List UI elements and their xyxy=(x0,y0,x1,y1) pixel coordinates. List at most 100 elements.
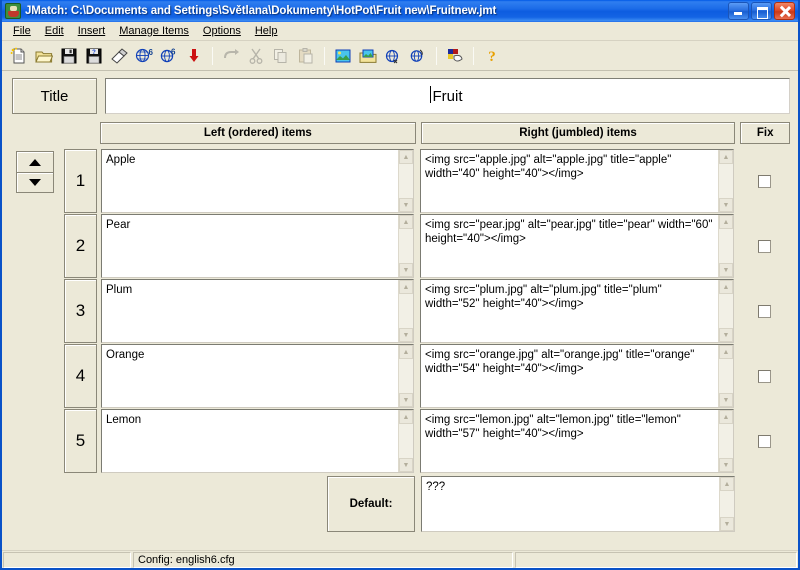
scroll-down-icon[interactable]: ▼ xyxy=(399,198,413,212)
left-item-scrollbar[interactable]: ▲ ▼ xyxy=(398,215,413,277)
cut-icon[interactable] xyxy=(244,44,268,68)
maximize-button[interactable] xyxy=(751,2,772,20)
web-page-alt-icon[interactable]: 6 xyxy=(157,44,181,68)
undo-icon[interactable] xyxy=(219,44,243,68)
scroll-up-icon[interactable]: ▲ xyxy=(399,215,413,229)
table-row: 4 Orange ▲ ▼ <img src="orange.jpg" alt="… xyxy=(2,344,798,408)
scroll-down-icon[interactable]: ▼ xyxy=(399,263,413,277)
scroll-down-icon[interactable]: ▼ xyxy=(720,517,734,531)
status-bar: Config: english6.cfg xyxy=(2,550,798,568)
column-header-fix[interactable]: Fix xyxy=(740,122,790,144)
new-file-icon[interactable] xyxy=(7,44,31,68)
scroll-up-icon[interactable]: ▲ xyxy=(399,280,413,294)
menu-insert[interactable]: Insert xyxy=(71,23,113,39)
menu-edit-label: Edit xyxy=(44,25,64,37)
right-item-text: <img src="pear.jpg" alt="pear.jpg" title… xyxy=(425,219,716,245)
fix-checkbox[interactable] xyxy=(757,304,771,318)
red-arrow-down-icon[interactable] xyxy=(182,44,206,68)
right-item-field[interactable]: <img src="pear.jpg" alt="pear.jpg" title… xyxy=(420,214,734,278)
svg-text:6: 6 xyxy=(149,48,154,57)
title-input[interactable]: Fruit xyxy=(105,78,790,114)
left-item-field[interactable]: Orange ▲ ▼ xyxy=(101,344,414,408)
save-as-icon[interactable]: ? xyxy=(82,44,106,68)
scroll-down-icon[interactable]: ▼ xyxy=(399,393,413,407)
scroll-up-icon[interactable]: ▲ xyxy=(719,410,733,424)
link-alt-icon[interactable] xyxy=(406,44,430,68)
status-pane-left xyxy=(3,551,131,568)
toolbar-separator-4 xyxy=(473,46,474,65)
column-headers: Left (ordered) items Right (jumbled) ite… xyxy=(2,122,790,144)
right-item-field[interactable]: <img src="orange.jpg" alt="orange.jpg" t… xyxy=(420,344,734,408)
scroll-up-icon[interactable]: ▲ xyxy=(719,345,733,359)
right-item-field[interactable]: <img src="plum.jpg" alt="plum.jpg" title… xyxy=(420,279,734,343)
right-item-field[interactable]: <img src="lemon.jpg" alt="lemon.jpg" tit… xyxy=(420,409,734,473)
right-item-scrollbar[interactable]: ▲ ▼ xyxy=(718,280,733,342)
minimize-button[interactable] xyxy=(728,2,749,20)
scroll-down-icon[interactable]: ▼ xyxy=(719,328,733,342)
row-number: 5 xyxy=(64,409,97,473)
row-number: 3 xyxy=(64,279,97,343)
default-input[interactable]: ??? ▲ ▼ xyxy=(421,476,735,532)
web-page-icon[interactable]: 6 xyxy=(132,44,156,68)
left-item-field[interactable]: Apple ▲ ▼ xyxy=(101,149,414,213)
left-item-scrollbar[interactable]: ▲ ▼ xyxy=(398,280,413,342)
column-header-right[interactable]: Right (jumbled) items xyxy=(420,122,736,144)
right-item-scrollbar[interactable]: ▲ ▼ xyxy=(718,410,733,472)
scroll-down-icon[interactable]: ▼ xyxy=(719,393,733,407)
scroll-down-icon[interactable]: ▼ xyxy=(719,263,733,277)
palette-icon[interactable] xyxy=(443,44,467,68)
close-button[interactable] xyxy=(774,2,795,20)
scroll-up-icon[interactable]: ▲ xyxy=(399,150,413,164)
link-icon[interactable] xyxy=(381,44,405,68)
scroll-down-icon[interactable]: ▼ xyxy=(719,458,733,472)
menu-file[interactable]: File xyxy=(6,23,38,39)
left-item-field[interactable]: Plum ▲ ▼ xyxy=(101,279,414,343)
right-item-text: <img src="orange.jpg" alt="orange.jpg" t… xyxy=(425,349,698,375)
media-icon[interactable] xyxy=(356,44,380,68)
scroll-down-icon[interactable]: ▼ xyxy=(719,198,733,212)
scroll-down-icon[interactable]: ▼ xyxy=(399,328,413,342)
scroll-up-icon[interactable]: ▲ xyxy=(719,150,733,164)
fix-checkbox[interactable] xyxy=(757,434,771,448)
title-input-value: Fruit xyxy=(429,85,463,105)
right-item-scrollbar[interactable]: ▲ ▼ xyxy=(718,345,733,407)
copy-icon[interactable] xyxy=(269,44,293,68)
left-item-field[interactable]: Pear ▲ ▼ xyxy=(101,214,414,278)
left-item-scrollbar[interactable]: ▲ ▼ xyxy=(398,410,413,472)
menu-edit[interactable]: Edit xyxy=(38,23,71,39)
default-input-text: ??? xyxy=(426,481,446,493)
right-item-field[interactable]: <img src="apple.jpg" alt="apple.jpg" tit… xyxy=(420,149,734,213)
left-item-field[interactable]: Lemon ▲ ▼ xyxy=(101,409,414,473)
save-icon[interactable] xyxy=(57,44,81,68)
scroll-up-icon[interactable]: ▲ xyxy=(719,215,733,229)
scroll-up-icon[interactable]: ▲ xyxy=(399,345,413,359)
fix-checkbox[interactable] xyxy=(757,239,771,253)
column-header-left[interactable]: Left (ordered) items xyxy=(100,122,416,144)
scroll-up-icon[interactable]: ▲ xyxy=(719,280,733,294)
scroll-up-icon[interactable]: ▲ xyxy=(399,410,413,424)
paste-icon[interactable] xyxy=(294,44,318,68)
menu-help[interactable]: Help xyxy=(248,23,285,39)
left-item-scrollbar[interactable]: ▲ ▼ xyxy=(398,345,413,407)
menu-options[interactable]: Options xyxy=(196,23,248,39)
svg-text:?: ? xyxy=(92,50,96,56)
scroll-up-icon[interactable]: ▲ xyxy=(720,477,734,491)
left-item-scrollbar[interactable]: ▲ ▼ xyxy=(398,150,413,212)
eraser-icon[interactable] xyxy=(107,44,131,68)
menu-manage-items[interactable]: Manage Items xyxy=(112,23,196,39)
help-question-icon[interactable]: ? xyxy=(480,44,504,68)
open-folder-icon[interactable] xyxy=(32,44,56,68)
title-bar[interactable]: JMatch: C:\Documents and Settings\Světla… xyxy=(2,0,798,22)
right-item-scrollbar[interactable]: ▲ ▼ xyxy=(718,215,733,277)
left-item-text: Orange xyxy=(106,349,145,361)
fix-checkbox[interactable] xyxy=(757,174,771,188)
globe-image-icon[interactable] xyxy=(331,44,355,68)
menu-insert-label: Insert xyxy=(77,25,106,37)
default-scrollbar[interactable]: ▲ ▼ xyxy=(719,477,734,531)
row-number: 4 xyxy=(64,344,97,408)
fix-checkbox[interactable] xyxy=(757,369,771,383)
right-item-text: <img src="plum.jpg" alt="plum.jpg" title… xyxy=(425,284,665,310)
scroll-down-icon[interactable]: ▼ xyxy=(399,458,413,472)
right-item-scrollbar[interactable]: ▲ ▼ xyxy=(718,150,733,212)
table-row: 5 Lemon ▲ ▼ <img src="lemon.jpg" alt="le… xyxy=(2,409,798,473)
